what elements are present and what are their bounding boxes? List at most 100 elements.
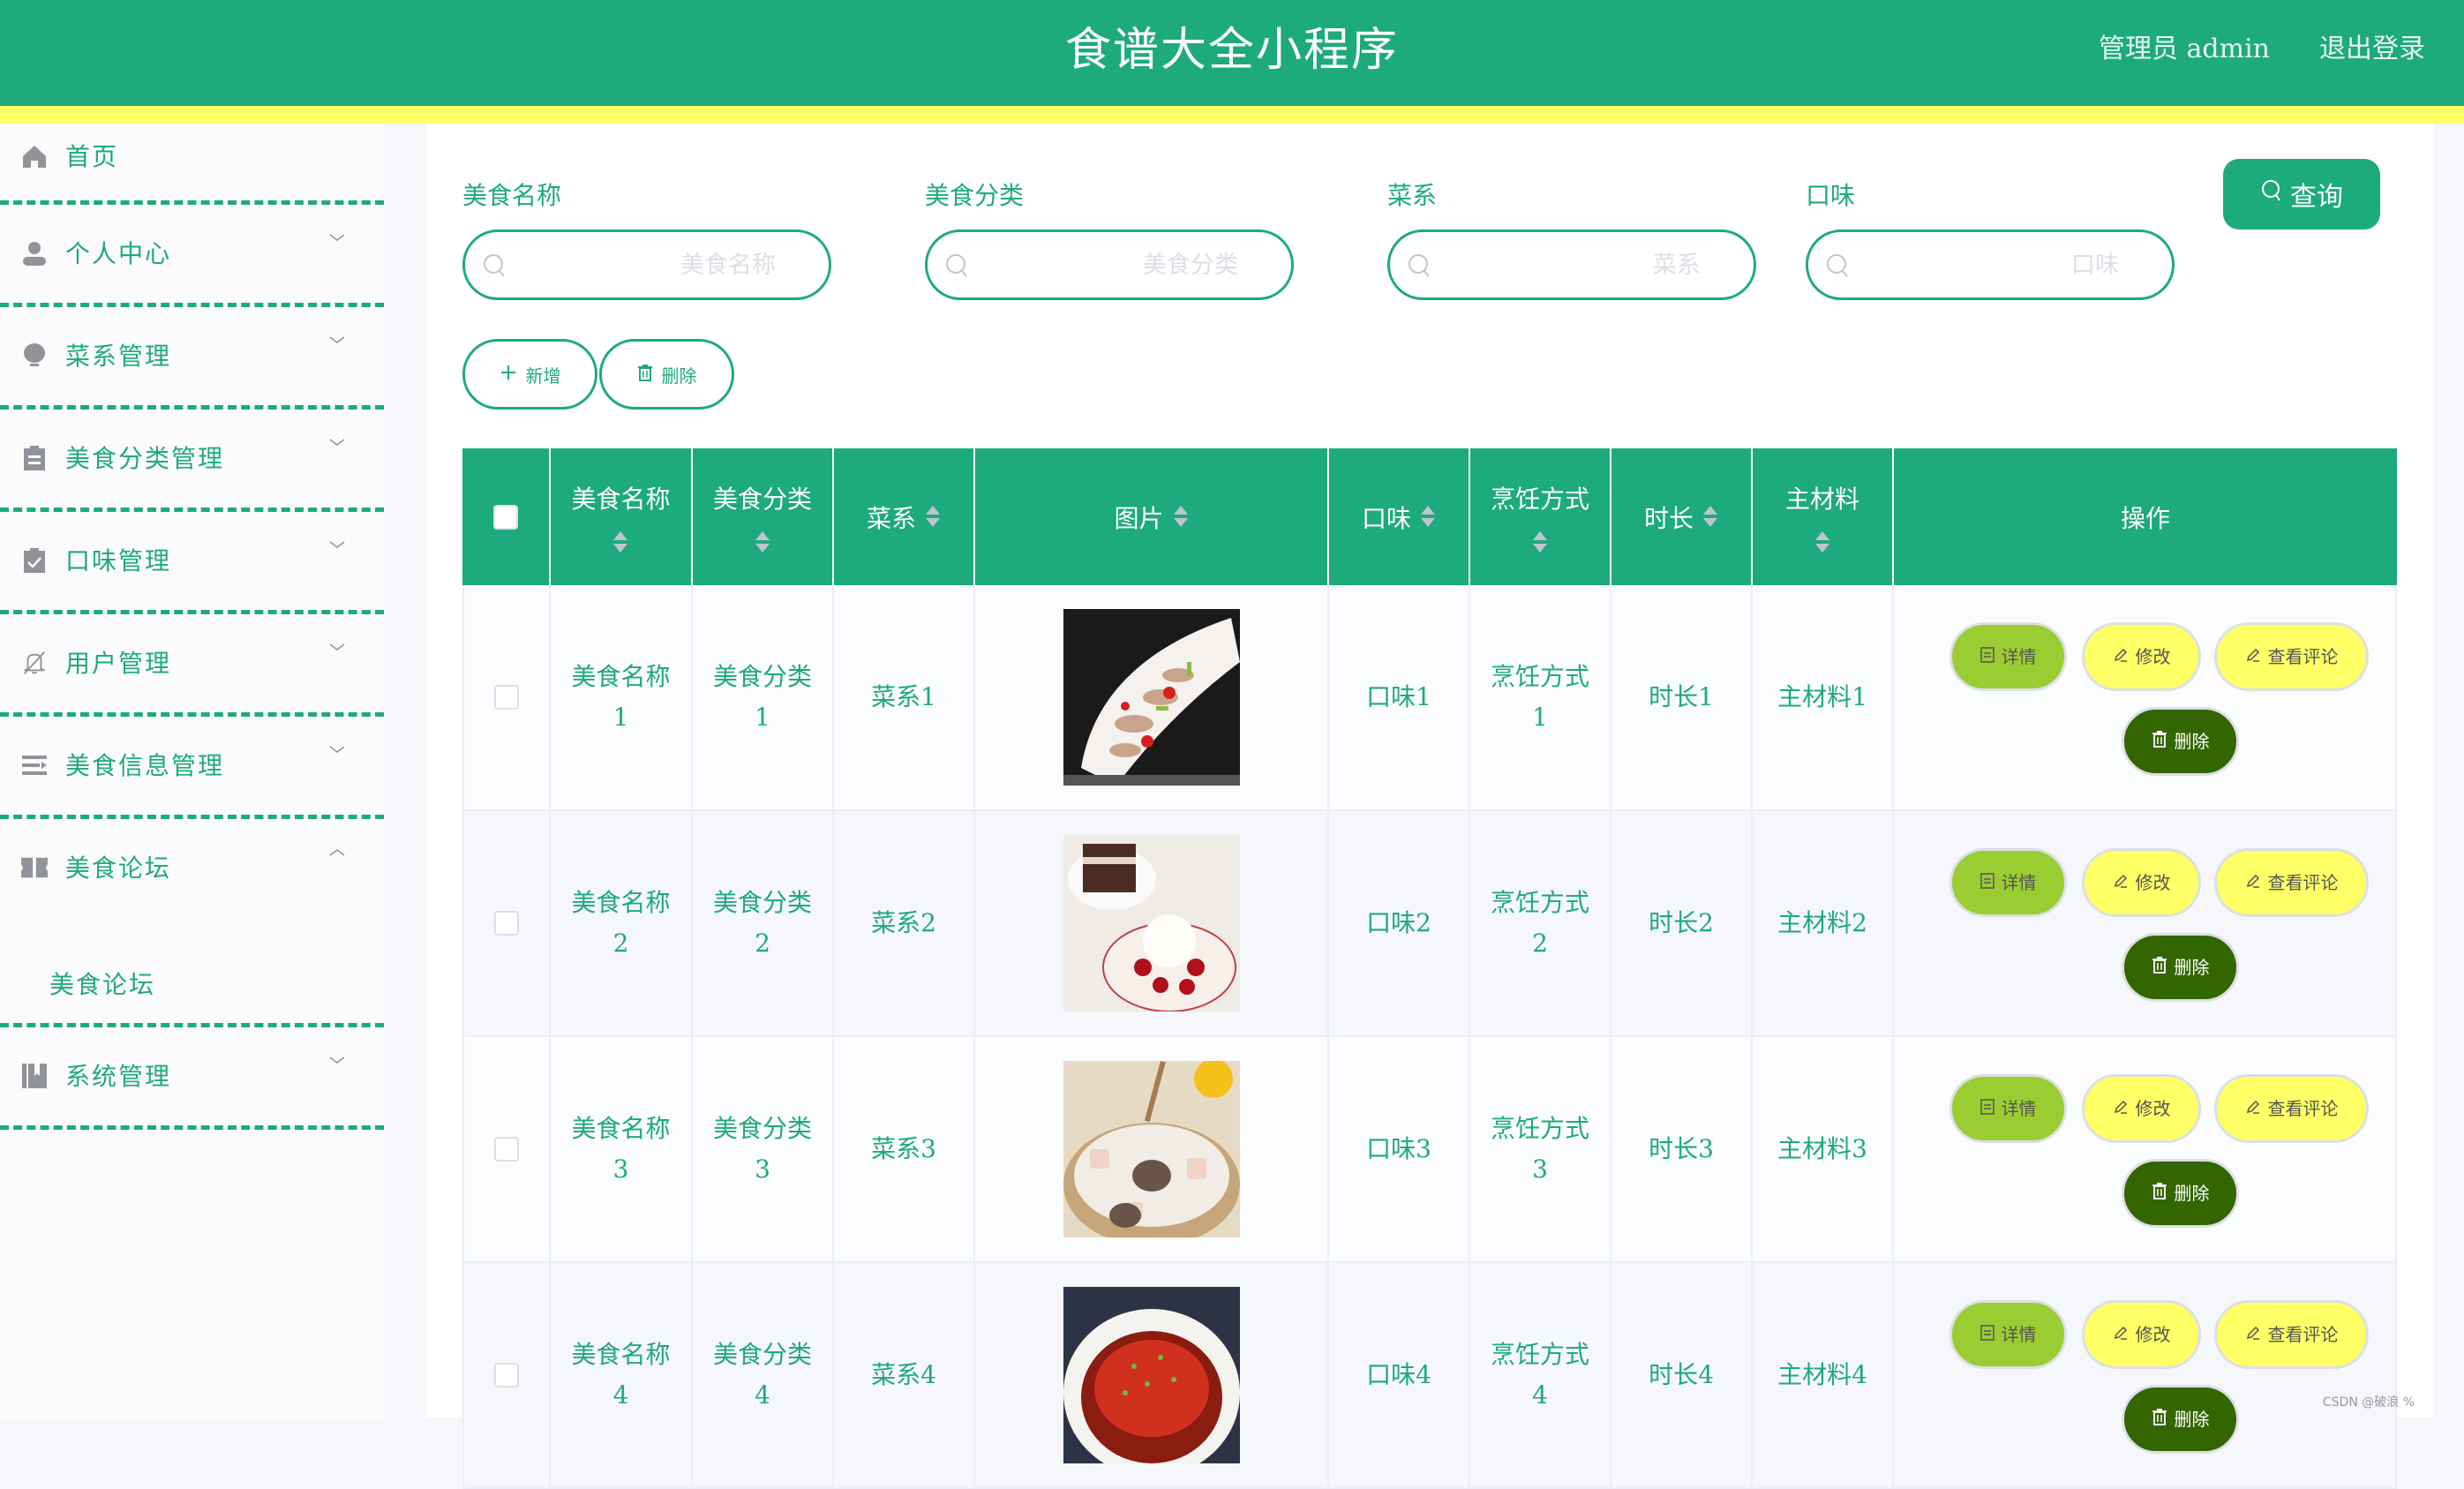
column-header-food-category[interactable]: 美食分类 xyxy=(693,448,834,585)
sort-icon[interactable] xyxy=(1173,505,1189,529)
sidebar-item-system-management[interactable]: 系统管理 xyxy=(0,1027,384,1130)
view-comments-button-label: 查看评论 xyxy=(2267,872,2339,893)
column-header-duration[interactable]: 时长 xyxy=(1611,448,1753,585)
sidebar-item-cuisine-management[interactable]: 菜系管理 xyxy=(0,307,384,410)
column-label: 美食名称 xyxy=(571,484,671,514)
sort-icon[interactable] xyxy=(755,530,770,554)
add-button[interactable]: 新增 xyxy=(462,339,597,410)
cell-main-ingredient: 主材料4 xyxy=(1753,1263,1894,1487)
column-header-image[interactable]: 图片 xyxy=(975,448,1329,585)
column-label: 美食分类 xyxy=(712,484,812,514)
delete-button[interactable]: 删除 xyxy=(2122,707,2239,776)
cell-duration-text: 时长1 xyxy=(1649,682,1714,711)
flavor-field[interactable] xyxy=(1861,232,2154,297)
sidebar-item-home[interactable]: 首页 xyxy=(0,124,384,205)
view-comments-button[interactable]: 查看评论 xyxy=(2214,1300,2369,1369)
delete-button[interactable]: 删除 xyxy=(2122,1385,2239,1454)
cell-food-name-text: 美食名称3 xyxy=(571,1114,671,1184)
detail-button[interactable]: 详情 xyxy=(1949,1074,2067,1143)
column-header-food-name[interactable]: 美食名称 xyxy=(551,448,693,585)
cell-food-name: 美食名称3 xyxy=(551,1037,693,1261)
column-header-main-ingredient[interactable]: 主材料 xyxy=(1753,448,1894,585)
food-image[interactable] xyxy=(1063,1287,1240,1463)
select-all-checkbox[interactable] xyxy=(493,504,518,530)
detail-button[interactable]: 详情 xyxy=(1949,848,2067,917)
edit-button[interactable]: 修改 xyxy=(2082,848,2201,917)
row-checkbox[interactable] xyxy=(494,1363,519,1387)
sort-icon[interactable] xyxy=(612,530,628,554)
edit-button[interactable]: 修改 xyxy=(2082,622,2201,691)
row-checkbox[interactable] xyxy=(494,685,519,710)
sidebar-item-food-forum[interactable]: 美食论坛 xyxy=(0,819,384,960)
sort-icon[interactable] xyxy=(925,505,941,529)
food-category-search-input[interactable] xyxy=(925,229,1294,300)
view-comments-button[interactable]: 查看评论 xyxy=(2214,1074,2369,1143)
cuisine-field[interactable] xyxy=(1443,232,1736,297)
right-gutter xyxy=(2434,124,2464,1418)
document-icon xyxy=(1979,1088,1994,1129)
batch-delete-button[interactable]: 删除 xyxy=(599,339,734,410)
view-comments-button[interactable]: 查看评论 xyxy=(2214,622,2369,691)
user-icon xyxy=(21,240,48,267)
delete-button[interactable]: 删除 xyxy=(2122,1159,2239,1228)
column-header-cooking-method[interactable]: 烹饪方式 xyxy=(1470,448,1611,585)
food-name-search-input[interactable] xyxy=(462,229,831,300)
pencil-icon xyxy=(2245,1314,2261,1355)
row-checkbox[interactable] xyxy=(494,1137,519,1162)
sidebar-item-personal-center[interactable]: 个人中心 xyxy=(0,205,384,307)
sidebar-item-food-info-management[interactable]: 美食信息管理 xyxy=(0,717,384,819)
delete-button[interactable]: 删除 xyxy=(2122,933,2239,1002)
view-comments-button[interactable]: 查看评论 xyxy=(2214,848,2369,917)
cell-cooking-method: 烹饪方式3 xyxy=(1470,1037,1611,1261)
sort-icon[interactable] xyxy=(1702,505,1718,529)
cell-cooking-method-text: 烹饪方式4 xyxy=(1490,1340,1589,1410)
cell-cooking-method: 烹饪方式4 xyxy=(1470,1263,1611,1487)
cell-duration: 时长4 xyxy=(1611,1263,1753,1487)
table-row: 美食名称4 美食分类4 菜系4 口味4 烹饪方式4 时长4 主材料4 详情 修改 查看评论 删除 xyxy=(462,1263,2397,1489)
detail-button[interactable]: 详情 xyxy=(1949,1300,2067,1369)
sidebar-item-label: 口味管理 xyxy=(65,546,172,575)
food-image[interactable] xyxy=(1063,1061,1240,1237)
cell-cuisine: 菜系1 xyxy=(834,585,975,809)
sidebar-item-flavor-management[interactable]: 口味管理 xyxy=(0,512,384,614)
query-button[interactable]: 查询 xyxy=(2223,159,2380,229)
chevron-down-icon xyxy=(328,332,346,350)
app-title: 食谱大全小程序 xyxy=(1064,24,1399,77)
flavor-search-input[interactable] xyxy=(1806,229,2175,300)
cell-food-category-text: 美食分类1 xyxy=(712,662,812,732)
sort-icon[interactable] xyxy=(1420,505,1436,529)
cuisine-search-input[interactable] xyxy=(1387,229,1756,300)
column-header-cuisine[interactable]: 菜系 xyxy=(834,448,975,585)
column-header-flavor[interactable]: 口味 xyxy=(1329,448,1470,585)
row-checkbox[interactable] xyxy=(494,911,519,936)
food-name-field[interactable] xyxy=(518,232,811,297)
column-label: 烹饪方式 xyxy=(1490,484,1589,514)
view-comments-button-label: 查看评论 xyxy=(2267,1098,2339,1119)
cell-duration: 时长2 xyxy=(1611,811,1753,1035)
cell-select xyxy=(462,1263,551,1487)
detail-button[interactable]: 详情 xyxy=(1949,622,2067,691)
sort-icon[interactable] xyxy=(1814,530,1830,554)
food-image[interactable] xyxy=(1063,609,1240,786)
chevron-down-icon xyxy=(328,1052,346,1070)
cell-main-ingredient-text: 主材料2 xyxy=(1777,908,1867,937)
food-image[interactable] xyxy=(1063,835,1240,1011)
logout-link[interactable]: 退出登录 xyxy=(2319,26,2425,65)
pencil-icon xyxy=(2245,862,2261,903)
sidebar-subitem-label[interactable]: 美食论坛 xyxy=(49,966,155,1001)
sidebar-subitem-food-forum[interactable]: 美食论坛 xyxy=(0,960,384,1027)
sort-icon[interactable] xyxy=(1532,530,1548,554)
edit-button[interactable]: 修改 xyxy=(2082,1300,2201,1369)
food-category-field[interactable] xyxy=(980,232,1273,297)
edit-button[interactable]: 修改 xyxy=(2082,1074,2201,1143)
cell-food-category-text: 美食分类3 xyxy=(712,1114,812,1184)
sidebar-item-user-management[interactable]: 用户管理 xyxy=(0,614,384,717)
sidebar-item-label: 系统管理 xyxy=(65,1062,172,1091)
document-icon xyxy=(1979,636,1994,677)
cell-food-category: 美食分类1 xyxy=(693,585,834,809)
books-icon xyxy=(21,1063,48,1089)
accent-bar xyxy=(0,106,2464,124)
cell-cuisine: 菜系4 xyxy=(834,1263,975,1487)
sidebar-item-category-management[interactable]: 美食分类管理 xyxy=(0,410,384,512)
cell-food-name-text: 美食名称1 xyxy=(571,662,671,732)
